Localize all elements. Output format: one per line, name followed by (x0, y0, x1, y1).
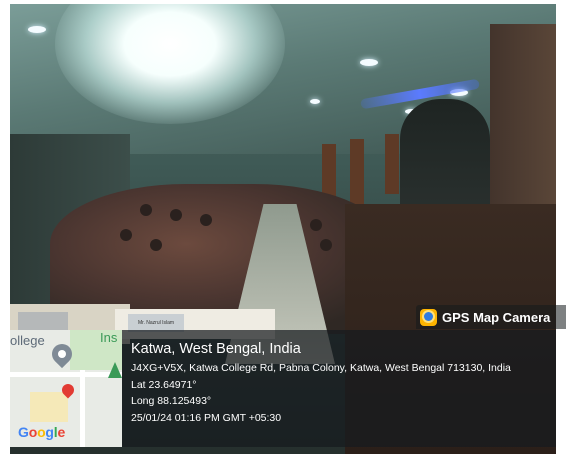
nameplate (18, 312, 68, 330)
gps-map-camera-label: GPS Map Camera (442, 309, 551, 325)
pillar (350, 139, 364, 204)
map-label-institute: Ins (100, 330, 118, 345)
photo-frame: Mr. Nazrul Islam GPS Map Camera ollege I… (0, 0, 566, 462)
ceiling-light (360, 59, 378, 66)
google-logo: Google (18, 424, 66, 440)
address-text: J4XG+V5X, Katwa College Rd, Pabna Colony… (131, 362, 511, 374)
location-info: Katwa, West Bengal, India J4XG+V5X, Katw… (131, 340, 551, 426)
audience-head (200, 214, 212, 226)
map-road (80, 370, 85, 447)
ceiling-light (28, 26, 46, 33)
map-label-college: ollege (10, 333, 45, 348)
location-title: Katwa, West Bengal, India (131, 341, 301, 357)
audience-head (320, 239, 332, 251)
audience-head (170, 209, 182, 221)
map-building (30, 392, 68, 422)
pillar (385, 134, 399, 194)
map-thumbnail: ollege Ins Google (10, 330, 122, 447)
audience-head (120, 229, 132, 241)
ceiling-light (310, 99, 320, 104)
audience-head (150, 239, 162, 251)
location-overlay-panel: ollege Ins Google Katwa, West Bengal, In… (10, 330, 556, 447)
latitude-text: Lat 23.64971° (131, 378, 197, 391)
gps-map-camera-badge: GPS Map Camera (416, 305, 566, 329)
map-road (10, 372, 122, 377)
audience-head (140, 204, 152, 216)
audience-head (310, 219, 322, 231)
gps-map-camera-icon (420, 308, 437, 326)
timestamp-text: 25/01/24 01:16 PM GMT +05:30 (131, 411, 282, 424)
longitude-text: Long 88.125493° (131, 395, 212, 407)
